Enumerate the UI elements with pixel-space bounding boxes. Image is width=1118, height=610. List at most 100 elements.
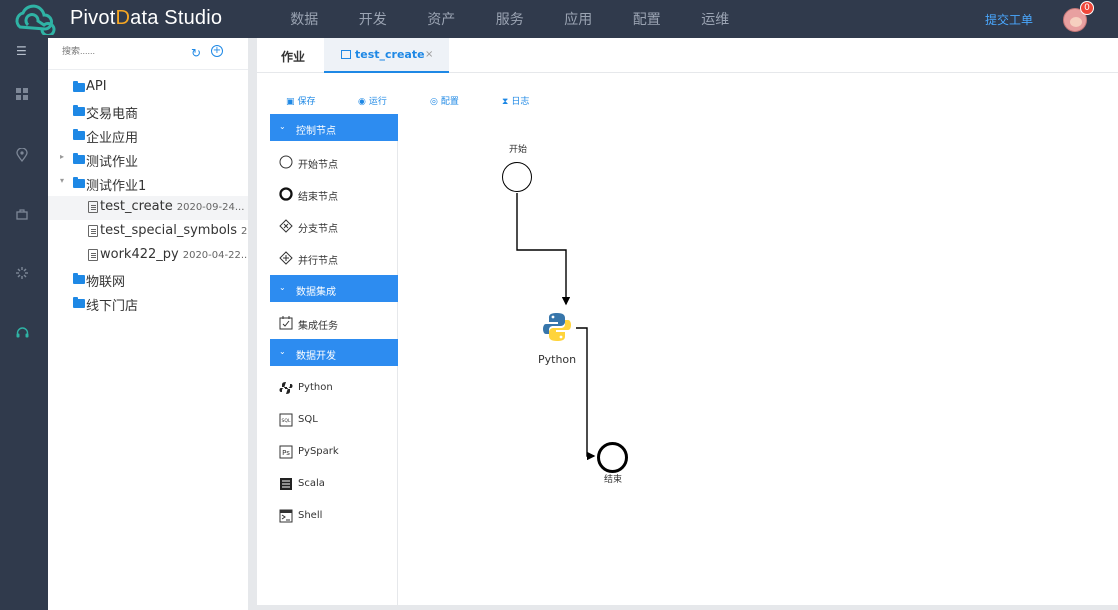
python-node-label: Python [538,353,577,366]
palette-start-node[interactable]: 开始节点 [270,150,398,176]
tab-bar: 作业 test_create × [257,38,1118,73]
search-bar: ↻ + [48,38,248,70]
start-circle-icon [279,155,293,169]
grid-icon[interactable] [16,88,28,100]
palette-branch-node[interactable]: 分支节点 [270,214,398,240]
palette-python[interactable]: Python [270,376,398,402]
save-icon: ▣ [286,97,295,107]
tree-folder-test-jobs-1[interactable]: ▾ 测试作业1 [48,172,248,196]
search-input[interactable] [62,46,182,56]
tree-job-test-create[interactable]: test_create 2020-09-24... [48,196,248,220]
location-icon[interactable] [16,148,28,162]
end-node[interactable] [597,442,628,473]
tree-folder-api[interactable]: API [48,76,248,100]
nav-item-services[interactable]: 服务 [476,0,545,38]
parallel-diamond-icon [279,251,293,265]
logo-icon [15,4,56,35]
nav-item-develop[interactable]: 开发 [339,0,408,38]
workflow-editor: 作业 test_create × ▣ 保存 ◉ 运行 ◎ 配置 ⧗ 日志 ⌄ 控制节点 开… [257,38,1118,605]
flow-canvas[interactable]: 开始 Python 结束 [398,114,1118,605]
log-button[interactable]: ⧗ 日志 [502,94,529,107]
top-bar: PivotData Studio 数据 开发 资产 服务 应用 配置 运维 提交… [0,0,1118,38]
svg-text:Ps: Ps [282,449,290,457]
folder-icon [73,105,85,116]
folder-icon [73,153,85,164]
python-node-icon[interactable] [542,312,572,342]
close-icon[interactable]: × [425,49,433,60]
pyspark-icon: Ps [279,445,293,459]
palette-shell[interactable]: Shell [270,504,398,530]
headset-icon[interactable] [16,327,29,339]
node-palette: ⌄ 控制节点 开始节点 结束节点 分支节点 并行节点 ⌄ 数据集成 集成任务 ⌄ 数据… [270,114,398,605]
start-node[interactable] [502,162,532,192]
folder-icon [73,129,85,140]
menu-icon[interactable]: ☰ [16,44,27,58]
end-node-label: 结束 [604,475,623,485]
palette-scala[interactable]: Scala [270,472,398,498]
run-button[interactable]: ◉ 运行 [358,94,387,107]
calendar-check-icon [279,316,293,330]
svg-text:SQL: SQL [282,418,291,424]
submit-ticket-link[interactable]: 提交工单 [985,11,1033,28]
tree-folder-enterprise[interactable]: 企业应用 [48,124,248,148]
group-data-development[interactable]: ⌄ 数据开发 [270,339,398,366]
expand-arrow-icon[interactable]: ▸ [60,152,64,161]
shell-icon [279,509,293,523]
tree-folder-test-jobs[interactable]: ▸ 测试作业 [48,148,248,172]
panel-divider[interactable] [248,38,257,610]
main-nav: 数据 开发 资产 服务 应用 配置 运维 [270,0,750,38]
branch-diamond-icon [279,219,293,233]
play-icon: ◉ [358,97,366,107]
tree-folder-ecommerce[interactable]: 交易电商 [48,100,248,124]
nav-item-apps[interactable]: 应用 [544,0,613,38]
brand-title[interactable]: PivotData Studio [70,7,222,30]
chevron-down-icon: ⌄ [279,347,286,356]
folder-icon [73,81,85,92]
loading-icon[interactable] [16,267,28,279]
palette-end-node[interactable]: 结束节点 [270,182,398,208]
edge-start-python [516,193,571,306]
hourglass-icon: ⧗ [502,97,509,107]
nav-item-assets[interactable]: 资产 [407,0,476,38]
job-doc-icon [88,249,98,261]
add-icon[interactable]: + [211,45,223,57]
group-control-nodes[interactable]: ⌄ 控制节点 [270,114,398,141]
nav-item-config[interactable]: 配置 [613,0,682,38]
start-node-label: 开始 [509,145,528,155]
nav-item-ops[interactable]: 运维 [681,0,750,38]
sql-icon: SQL [279,413,293,427]
group-data-integration[interactable]: ⌄ 数据集成 [270,275,398,302]
folder-icon [73,297,85,308]
palette-pyspark[interactable]: Ps PySpark [270,440,398,466]
tab-jobs[interactable]: 作业 [281,48,305,65]
palette-integration-task[interactable]: 集成任务 [270,311,398,337]
bottom-border [257,605,1118,610]
scala-icon [280,478,292,490]
folder-icon [73,177,85,188]
palette-parallel-node[interactable]: 并行节点 [270,246,398,272]
palette-sql[interactable]: SQL SQL [270,408,398,434]
notification-badge: 0 [1080,1,1094,15]
job-tree-panel: ↻ + API 交易电商 企业应用 ▸测试作业 ▾测试作业1 test_crea… [48,38,248,610]
job-tree: API 交易电商 企业应用 ▸ 测试作业 ▾ 测试作业1 test_create 20… [48,76,248,316]
python-icon [279,382,293,394]
tree-job-test-special-symbols[interactable]: test_special_symbols2020 [48,220,248,244]
end-circle-icon [279,187,293,201]
refresh-icon[interactable]: ↻ [191,46,201,60]
left-icon-bar: ☰ [0,38,48,610]
chevron-down-icon: ⌄ [279,283,286,292]
tree-folder-iot[interactable]: 物联网 [48,268,248,292]
job-doc-icon [88,225,98,237]
tree-folder-offline-stores[interactable]: 线下门店 [48,292,248,316]
save-button[interactable]: ▣ 保存 [286,94,316,107]
nav-item-data[interactable]: 数据 [270,0,339,38]
tab-test-create[interactable]: test_create × [324,38,449,73]
job-doc-icon [88,201,98,213]
tree-job-work422-py[interactable]: work422_py 2020-04-22... [48,244,248,268]
folder-icon [73,273,85,284]
config-button[interactable]: ◎ 配置 [430,94,459,107]
calendar-icon [341,50,351,59]
collapse-arrow-icon[interactable]: ▾ [60,176,64,185]
bag-icon[interactable] [16,208,28,220]
chevron-down-icon: ⌄ [279,122,286,131]
